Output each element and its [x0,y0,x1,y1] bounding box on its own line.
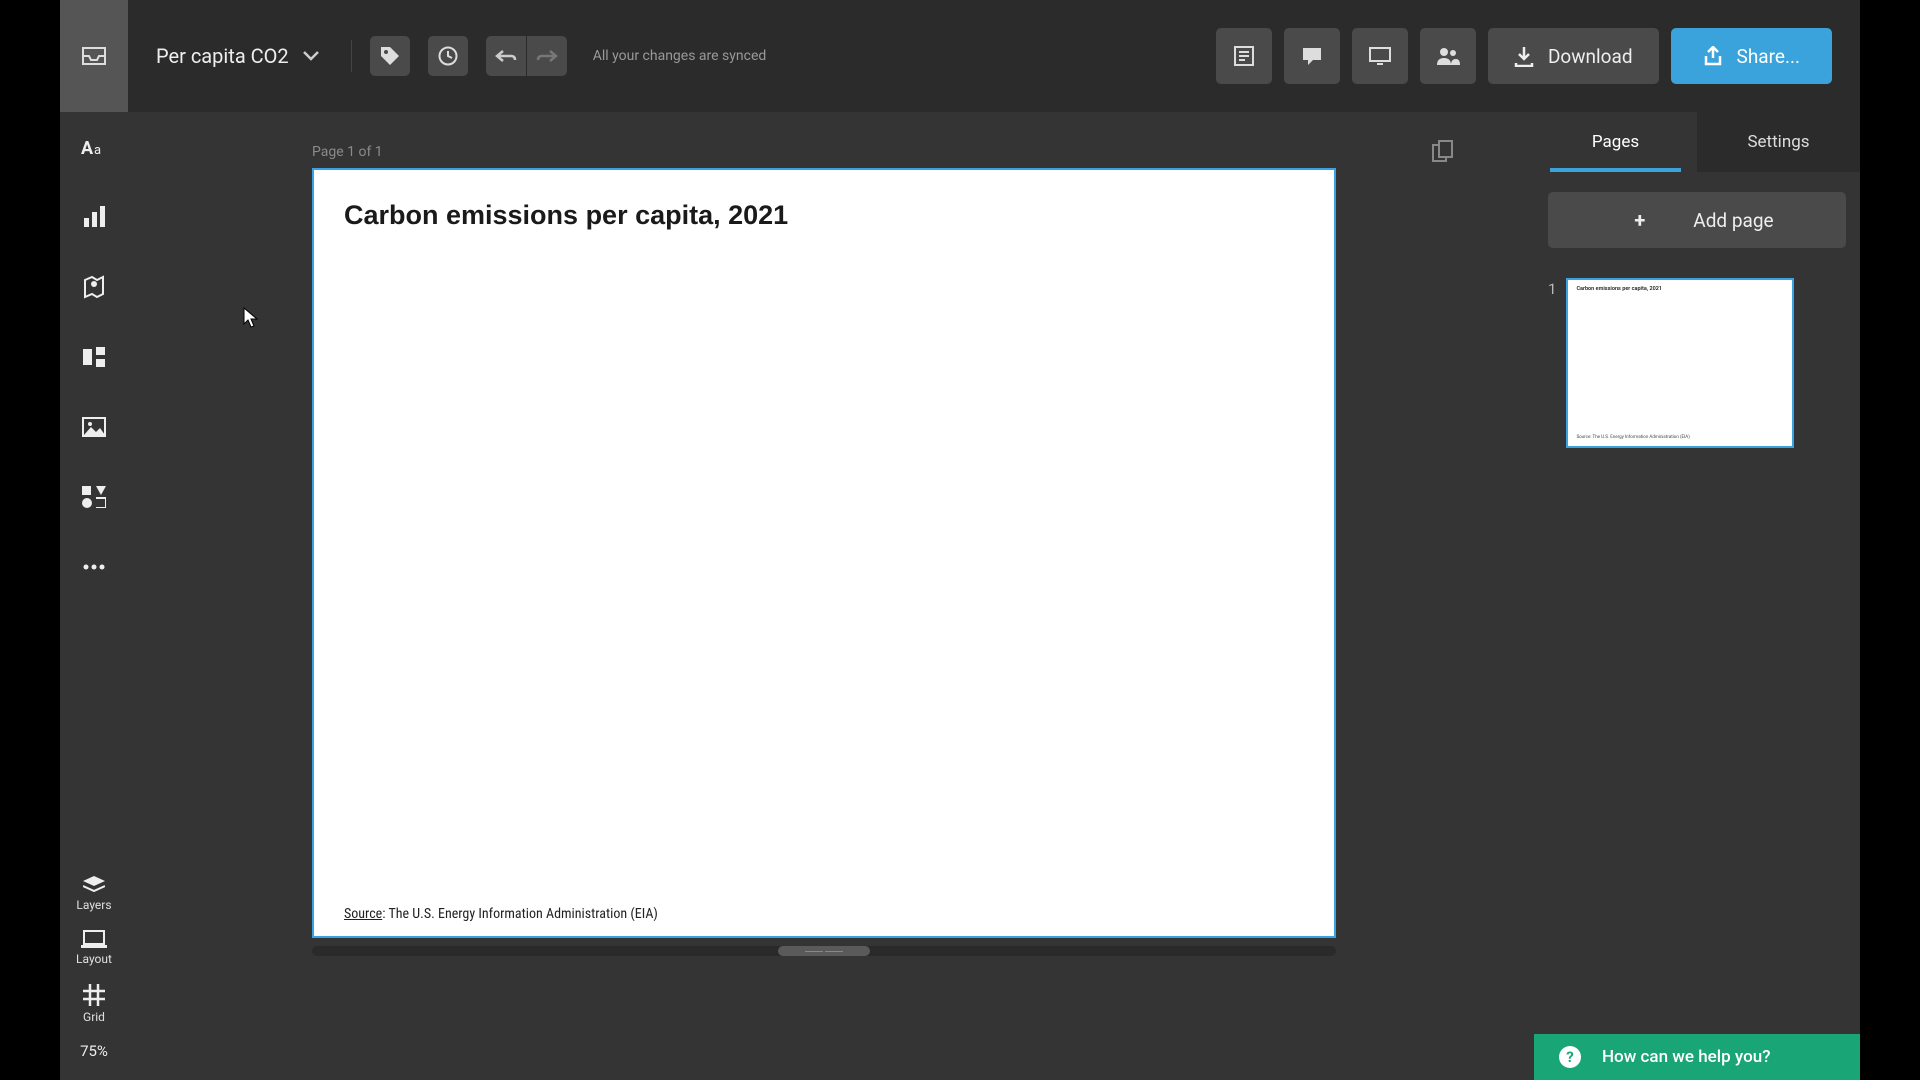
left-sidebar: Aa Layers Layout Grid [60,0,128,1080]
download-button[interactable]: Download [1488,28,1659,84]
thumb-title: Carbon emissions per capita, 2021 [1576,286,1662,292]
image-tool[interactable] [79,412,109,442]
svg-text:?: ? [1566,1048,1573,1066]
notes-button[interactable] [1216,28,1272,84]
tab-pages-label: Pages [1592,132,1639,152]
share-button[interactable]: Share... [1671,28,1832,84]
page-thumbnail[interactable]: Carbon emissions per capita, 2021 Source… [1566,278,1794,448]
canvas-area: Page 1 of 1 Carbon emissions per capita,… [128,112,1534,1080]
device-icon [81,930,107,948]
undo-redo-group [486,36,567,76]
right-panel-tabs: Pages Settings [1534,112,1860,172]
page-indicator: Page 1 of 1 [312,144,383,160]
image-icon [82,417,106,437]
tab-pages[interactable]: Pages [1534,112,1697,172]
cursor-icon [243,307,259,329]
grid-icon [83,984,105,1006]
toolbar-right: Download Share... [1216,28,1832,84]
redo-button[interactable] [527,36,567,76]
comment-icon [1301,46,1323,66]
chevron-down-icon [303,51,319,61]
canvas-page[interactable]: Carbon emissions per capita, 2021 Source… [312,168,1336,938]
sync-status: All your changes are synced [593,48,767,64]
more-tool[interactable] [79,552,109,582]
zoom-level[interactable]: 75% [80,1042,108,1060]
project-name-text: Per capita CO2 [156,44,289,68]
map-pin-icon [83,274,105,300]
text-tool[interactable]: Aa [79,132,109,162]
grid-button[interactable]: Grid [83,984,105,1024]
inbox-icon [81,46,107,66]
source-label: Source [344,906,382,922]
layout-button[interactable]: Layout [76,930,112,966]
tab-settings[interactable]: Settings [1697,112,1860,172]
duplicate-page-button[interactable] [1432,140,1454,162]
map-tool[interactable] [79,272,109,302]
layers-icon [83,876,105,894]
help-icon: ? [1558,1045,1582,1069]
clock-icon [438,46,458,66]
canvas-source[interactable]: Source: The U.S. Energy Information Admi… [344,906,658,922]
scrollbar-thumb[interactable] [778,946,870,956]
layers-button[interactable]: Layers [76,876,111,912]
comment-button[interactable] [1284,28,1340,84]
tab-settings-label: Settings [1747,132,1809,152]
add-page-label: Add page [1693,209,1773,232]
people-icon [1436,46,1460,66]
topbar: Per capita CO2 All your changes are sync… [128,0,1860,112]
help-bar[interactable]: ? How can we help you? [1534,1034,1860,1080]
tag-icon [380,46,400,66]
share-label: Share... [1737,45,1800,68]
notes-icon [1233,45,1255,67]
layers-label: Layers [76,898,111,912]
page-number: 1 [1548,278,1556,298]
more-icon [83,564,105,570]
present-button[interactable] [1352,28,1408,84]
download-icon [1514,45,1534,67]
source-text: : The U.S. Energy Information Administra… [382,906,658,922]
columns-icon [83,347,105,367]
shapes-tool[interactable] [79,482,109,512]
shapes-icon [82,486,106,508]
vdivider [351,40,352,72]
chart-tool[interactable] [79,202,109,232]
grid-label: Grid [83,1010,105,1024]
sidebar-tools: Aa [79,112,109,582]
copy-icon [1432,140,1454,162]
share-icon [1703,46,1723,66]
monitor-icon [1368,46,1392,66]
canvas-title[interactable]: Carbon emissions per capita, 2021 [344,200,788,231]
redo-icon [536,49,558,63]
horizontal-scrollbar[interactable] [312,946,1336,956]
undo-icon [495,49,517,63]
download-label: Download [1548,45,1633,68]
plus-icon: + [1634,208,1645,232]
collaborators-button[interactable] [1420,28,1476,84]
thumb-source: Source: The U.S. Energy Information Admi… [1576,435,1689,440]
svg-text:A: A [81,138,94,158]
layout-tool[interactable] [79,342,109,372]
main-area: Page 1 of 1 Carbon emissions per capita,… [128,112,1860,1080]
text-icon: Aa [81,136,107,158]
page-thumb-row: 1 Carbon emissions per capita, 2021 Sour… [1548,278,1846,448]
right-panel-body: + Add page 1 Carbon emissions per capita… [1534,172,1860,1080]
help-label: How can we help you? [1602,1047,1770,1067]
tag-button[interactable] [370,36,410,76]
layout-label: Layout [76,952,112,966]
sidebar-bottom: Layers Layout Grid 75% [76,876,112,1080]
svg-text:a: a [94,143,101,158]
history-button[interactable] [428,36,468,76]
brand-tile[interactable] [60,0,128,112]
undo-button[interactable] [486,36,526,76]
add-page-button[interactable]: + Add page [1548,192,1846,248]
right-panel: Pages Settings + Add page 1 Carbon emiss… [1534,112,1860,1080]
project-name-dropdown[interactable]: Per capita CO2 [156,44,333,68]
chart-icon [83,206,105,228]
